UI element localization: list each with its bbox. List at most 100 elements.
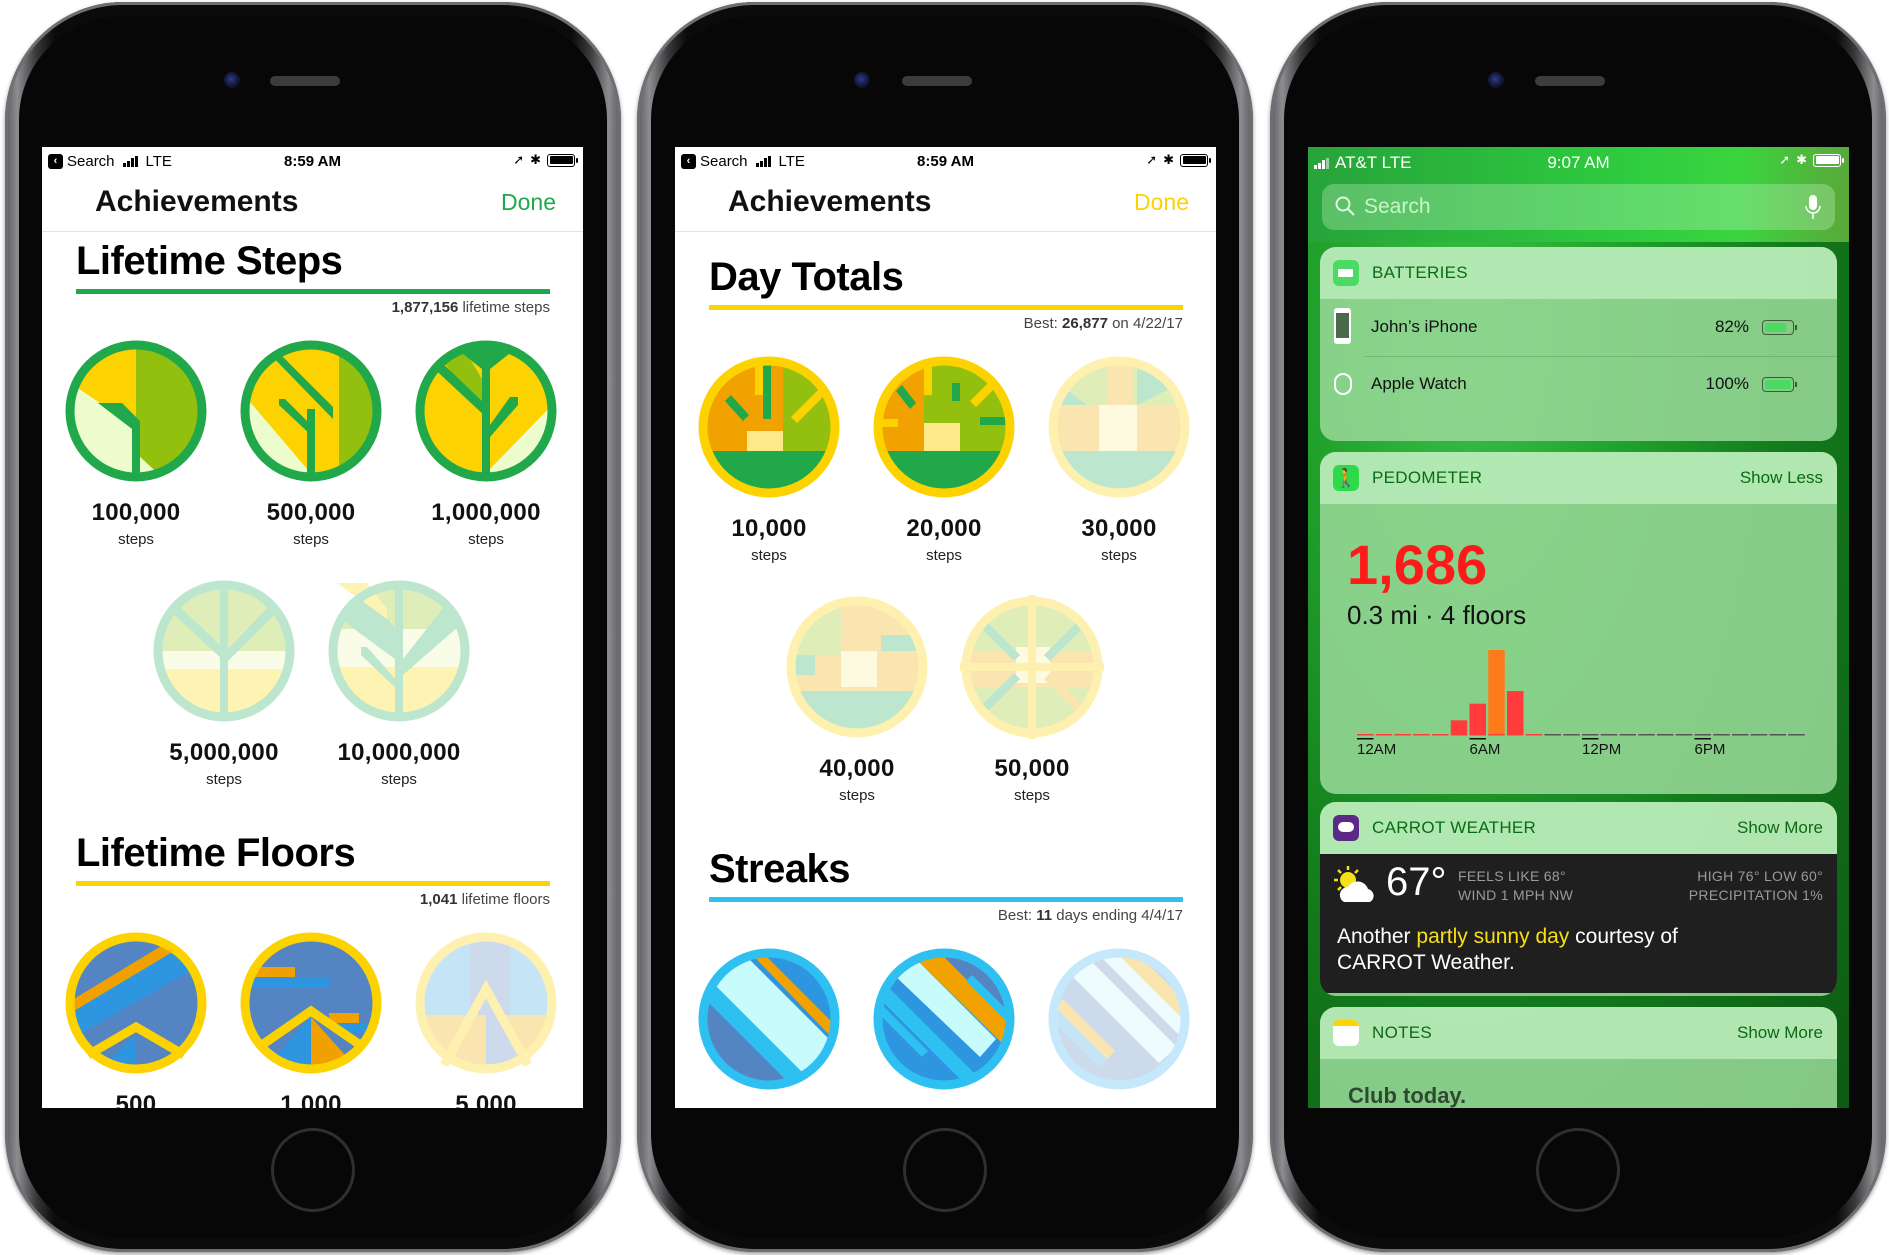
- search-field[interactable]: Search: [1322, 184, 1835, 230]
- baseline-segment: [1525, 734, 1543, 736]
- done-button[interactable]: Done: [501, 189, 556, 216]
- caption-text: days ending 4/4/17: [1052, 907, 1183, 924]
- clock: 9:07 AM: [1547, 153, 1610, 172]
- baseline-segment: [1544, 734, 1561, 736]
- badge-day-30k[interactable]: 30,000 steps: [1047, 355, 1191, 564]
- badge-day-10k[interactable]: 10,000 steps: [697, 355, 841, 564]
- streak-badge-icon: [698, 948, 840, 1090]
- tick-mark: [1694, 738, 1711, 740]
- best-day-steps: 26,877: [1062, 315, 1108, 332]
- done-button[interactable]: Done: [1134, 189, 1189, 216]
- badge-unit: steps: [293, 531, 329, 548]
- badge-unit: steps: [118, 531, 154, 548]
- baseline-segment: [1675, 734, 1693, 736]
- earpiece-speaker: [1535, 76, 1605, 86]
- device-name: Apple Watch: [1371, 374, 1467, 393]
- section-rule: [709, 897, 1183, 902]
- tree-badge-icon: [415, 340, 557, 482]
- notes-app-icon: [1333, 1020, 1359, 1046]
- batteries-app-icon: [1333, 260, 1359, 286]
- microphone-icon[interactable]: [1805, 194, 1821, 220]
- home-button[interactable]: [903, 1128, 987, 1212]
- badge-unit: steps: [926, 547, 962, 564]
- baseline-segment: [1450, 734, 1468, 736]
- baseline-segment: [1713, 734, 1730, 736]
- weather-body: 67° FEELS LIKE 68° WIND 1 MPH NW HIGH 76°…: [1320, 854, 1837, 993]
- home-button[interactable]: [271, 1128, 355, 1212]
- badge-unit: steps: [206, 771, 242, 788]
- badge-floors-5000[interactable]: 5,000: [414, 931, 558, 1108]
- section-rule: [76, 289, 550, 294]
- clock: 8:59 AM: [284, 153, 341, 170]
- streaks-caption: Best: 11 days ending 4/4/17: [998, 907, 1183, 924]
- high-low-precip: HIGH 76° LOW 60° PRECIPITATION 1%: [1689, 867, 1823, 905]
- badge-unit: steps: [751, 547, 787, 564]
- page-title: Achievements: [95, 185, 299, 218]
- badge-steps-1m[interactable]: 1,000,000 steps: [414, 339, 558, 548]
- tick-mark: [1357, 738, 1374, 740]
- wind: WIND 1 MPH NW: [1458, 887, 1574, 903]
- section-title-lifetime-steps: Lifetime Steps: [76, 239, 343, 283]
- sunrise-badge-icon: [960, 595, 1104, 739]
- widget-header[interactable]: NOTES Show More: [1320, 1007, 1837, 1059]
- badge-streak-2[interactable]: [872, 947, 1016, 1091]
- badge-steps-5m[interactable]: 5,000,000 steps: [152, 579, 296, 788]
- phone-2-frame: ‹ Search LTE 8:59 AM ➚ ✱ Achievements Do…: [637, 2, 1253, 1252]
- baseline-segment: [1563, 734, 1580, 736]
- badge-day-40k[interactable]: 40,000 steps: [785, 595, 929, 804]
- status-bar: ‹ Search LTE 8:59 AM ➚ ✱: [675, 147, 1216, 175]
- summary-highlight: partly sunny day: [1416, 925, 1570, 948]
- widget-header[interactable]: CARROT WEATHER Show More: [1320, 802, 1837, 854]
- earpiece-speaker: [270, 76, 340, 86]
- show-more-button[interactable]: Show More: [1737, 818, 1823, 838]
- battery-icon: [1813, 153, 1844, 167]
- badge-steps-500k[interactable]: 500,000 steps: [239, 339, 383, 548]
- show-less-button[interactable]: Show Less: [1740, 468, 1823, 488]
- section-rule: [709, 305, 1183, 310]
- home-button[interactable]: [1536, 1128, 1620, 1212]
- day-totals-caption: Best: 26,877 on 4/22/17: [1024, 315, 1183, 332]
- badge-value: 500,000: [266, 499, 356, 526]
- widget-header[interactable]: 🚶 PEDOMETER Show Less: [1320, 452, 1837, 504]
- sunrise-badge-icon: [1048, 356, 1190, 498]
- today-widgets-screen: AT&T LTE 9:07 AM ➚ ✱ Search BATTERIES Jo…: [1308, 147, 1849, 1108]
- show-more-button[interactable]: Show More: [1737, 1023, 1823, 1043]
- baseline-segment: [1600, 734, 1618, 736]
- badge-steps-100k[interactable]: 100,000 steps: [64, 339, 208, 548]
- section-title-streaks: Streaks: [709, 847, 851, 891]
- caption-prefix: Best:: [1023, 315, 1063, 332]
- feels-like-wind: FEELS LIKE 68° WIND 1 MPH NW: [1458, 867, 1573, 905]
- mountain-badge-icon: [415, 932, 557, 1074]
- x-tick-label: 6PM: [1695, 741, 1726, 758]
- badge-day-20k[interactable]: 20,000 steps: [872, 355, 1016, 564]
- apple-watch-icon: [1334, 373, 1352, 395]
- badge-value: 20,000: [906, 515, 982, 542]
- badge-streak-1[interactable]: [697, 947, 841, 1091]
- sunrise-badge-icon: [786, 596, 928, 738]
- baseline-segment: [1638, 734, 1655, 736]
- badge-day-50k[interactable]: 50,000 steps: [960, 595, 1104, 804]
- caption-prefix: Best:: [997, 907, 1037, 924]
- sunrise-badge-icon: [873, 356, 1015, 498]
- baseline-segment: [1750, 734, 1768, 736]
- badge-unit: steps: [381, 771, 417, 788]
- badge-value: 5,000: [455, 1091, 517, 1108]
- widget-header[interactable]: BATTERIES: [1320, 247, 1837, 299]
- bluetooth-icon: ✱: [1163, 152, 1174, 167]
- badge-streak-3[interactable]: [1047, 947, 1191, 1091]
- front-camera: [224, 72, 240, 88]
- baseline-segment: [1488, 734, 1505, 736]
- streak-badge-icon: [873, 948, 1015, 1090]
- notes-widget: NOTES Show More Club today.: [1320, 1007, 1837, 1108]
- badge-floors-1000[interactable]: 1,000: [239, 931, 383, 1108]
- page-title: Achievements: [728, 185, 932, 218]
- badge-value: 1,000,000: [431, 499, 541, 526]
- lifetime-steps-count: 1,877,156: [391, 299, 459, 316]
- badge-steps-10m[interactable]: 10,000,000 steps: [327, 579, 471, 788]
- chart-bar: [1450, 720, 1468, 734]
- note-title[interactable]: Club today.: [1348, 1083, 1466, 1108]
- badge-floors-500[interactable]: 500: [64, 931, 208, 1108]
- phone-1-frame: ‹ Search LTE 8:59 AM ➚ ✱ Achievements Do…: [5, 2, 621, 1252]
- badge-value: 50,000: [994, 755, 1070, 782]
- front-camera: [854, 72, 870, 88]
